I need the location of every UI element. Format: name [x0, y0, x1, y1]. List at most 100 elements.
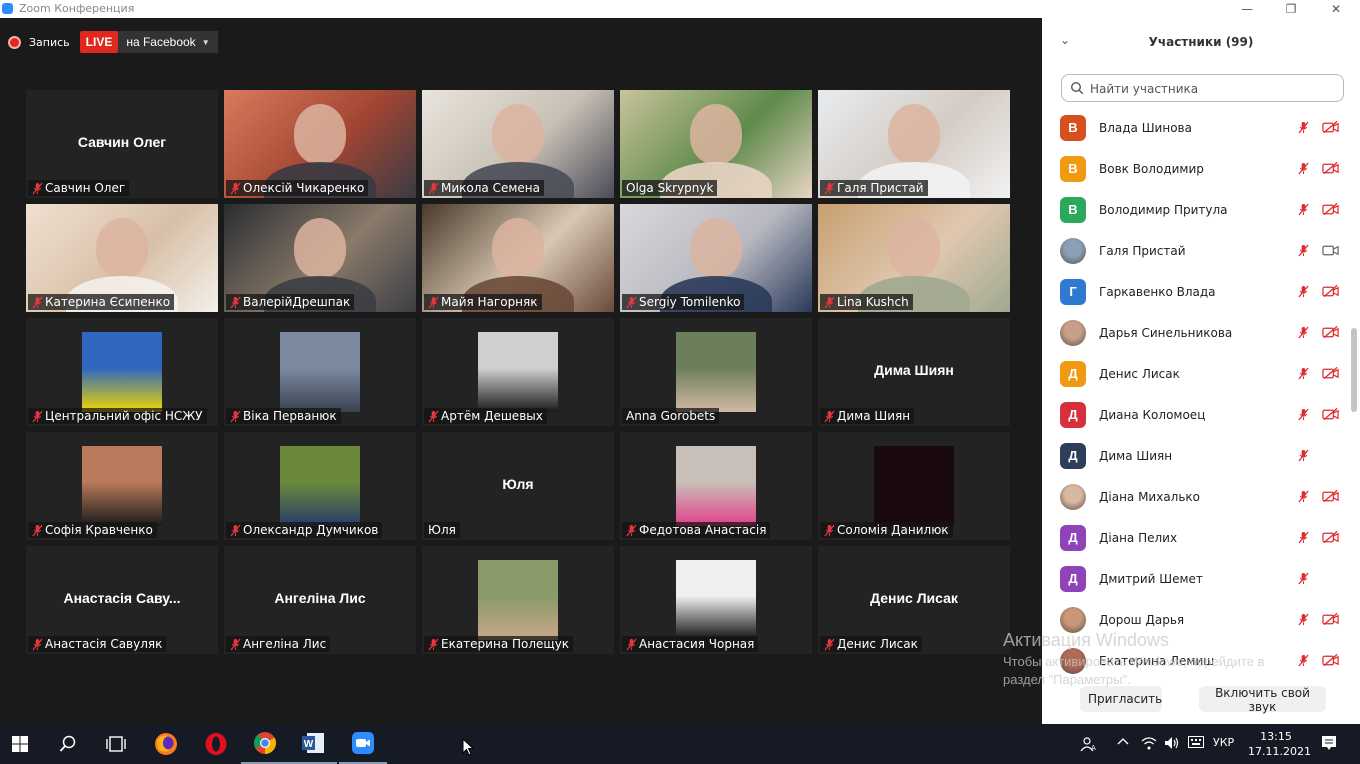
- video-off-icon[interactable]: [1322, 160, 1340, 176]
- video-tile[interactable]: Олександр Думчиков: [224, 432, 416, 540]
- video-tile[interactable]: Віка Перванюк: [224, 318, 416, 426]
- mic-muted-icon[interactable]: [1298, 406, 1314, 422]
- word-icon[interactable]: W: [289, 724, 337, 764]
- wifi-icon[interactable]: [1141, 736, 1157, 753]
- video-tile[interactable]: Lina Kushch: [818, 204, 1010, 312]
- maximize-button[interactable]: ❐: [1268, 0, 1314, 18]
- mic-muted-icon[interactable]: [1298, 324, 1314, 340]
- tile-name-label: Галя Пристай: [820, 180, 928, 196]
- volume-icon[interactable]: [1164, 736, 1180, 753]
- video-tile[interactable]: Федотова Анастасія: [620, 432, 812, 540]
- video-tile[interactable]: Sergiy Tomilenko: [620, 204, 812, 312]
- participant-name: Федотова Анастасія: [639, 523, 767, 537]
- video-off-icon[interactable]: [1322, 652, 1340, 668]
- mic-muted-icon[interactable]: [1298, 365, 1314, 381]
- video-tile[interactable]: Анастасия Чорная: [620, 546, 812, 654]
- video-off-icon[interactable]: [1322, 611, 1340, 627]
- participant-status-icons: [1298, 447, 1340, 463]
- video-tile[interactable]: Анастасія Саву... Анастасія Савуляк: [26, 546, 218, 654]
- participant-search[interactable]: [1061, 74, 1344, 102]
- video-off-icon[interactable]: [1322, 324, 1340, 340]
- live-target-dropdown[interactable]: на Facebook ▼: [118, 31, 218, 53]
- participant-row[interactable]: Д Дмитрий Шемет: [1042, 557, 1360, 598]
- video-tile[interactable]: Денис Лисак Денис Лисак: [818, 546, 1010, 654]
- chrome-icon[interactable]: [241, 724, 289, 764]
- people-icon[interactable]: A: [1080, 736, 1096, 755]
- notifications-icon[interactable]: [1321, 735, 1337, 754]
- participant-status-icons: [1298, 406, 1340, 422]
- participant-row[interactable]: Галя Пристай: [1042, 229, 1360, 270]
- mic-muted-icon[interactable]: [1298, 652, 1314, 668]
- participant-row[interactable]: Екатерина Лемиш: [1042, 639, 1360, 680]
- video-tile[interactable]: Olga Skrypnyk: [620, 90, 812, 198]
- video-tile[interactable]: Олексій Чикаренко: [224, 90, 416, 198]
- mic-muted-icon[interactable]: [1298, 201, 1314, 217]
- language-indicator[interactable]: УКР: [1213, 736, 1234, 749]
- search-icon[interactable]: [44, 724, 92, 764]
- participant-row[interactable]: Д Діана Пелих: [1042, 516, 1360, 557]
- participant-row[interactable]: Г Гаркавенко Влада: [1042, 270, 1360, 311]
- video-tile[interactable]: Катерина Єсипенко: [26, 204, 218, 312]
- participant-row[interactable]: Діана Михалько: [1042, 475, 1360, 516]
- participant-row[interactable]: Дорош Дарья: [1042, 598, 1360, 639]
- minimize-button[interactable]: —: [1224, 0, 1270, 18]
- participant-row[interactable]: Д Диана Коломоец: [1042, 393, 1360, 434]
- video-tile[interactable]: Савчин Олег Савчин Олег: [26, 90, 218, 198]
- participants-scrollbar[interactable]: [1351, 328, 1357, 412]
- video-tile[interactable]: Артём Дешевых: [422, 318, 614, 426]
- taskbar-clock[interactable]: 13:15 17.11.2021: [1248, 729, 1311, 759]
- video-tile[interactable]: ВалерійДрешпак: [224, 204, 416, 312]
- opera-icon[interactable]: [192, 724, 240, 764]
- firefox-icon[interactable]: [142, 724, 190, 764]
- video-tile[interactable]: Дима Шиян Дима Шиян: [818, 318, 1010, 426]
- mic-muted-icon[interactable]: [1298, 283, 1314, 299]
- participant-avatar: [478, 332, 558, 412]
- video-off-icon[interactable]: [1322, 529, 1340, 545]
- video-tile[interactable]: Соломія Данилюк: [818, 432, 1010, 540]
- participant-row[interactable]: В Влада Шинова: [1042, 106, 1360, 147]
- zoom-taskbar-icon[interactable]: [339, 724, 387, 764]
- windows-start-icon[interactable]: [0, 724, 44, 764]
- mic-muted-icon[interactable]: [1298, 570, 1314, 586]
- mic-muted-icon[interactable]: [1298, 611, 1314, 627]
- mic-muted-icon[interactable]: [1298, 488, 1314, 504]
- video-tile[interactable]: Центральний офіс НСЖУ: [26, 318, 218, 426]
- close-button[interactable]: ✕: [1313, 0, 1359, 18]
- participant-row[interactable]: В Вовк Володимир: [1042, 147, 1360, 188]
- video-off-icon[interactable]: [1322, 488, 1340, 504]
- video-off-icon[interactable]: [1322, 201, 1340, 217]
- video-tile[interactable]: Anna Gorobets: [620, 318, 812, 426]
- mic-muted-icon[interactable]: [1298, 160, 1314, 176]
- mic-muted-icon: [428, 410, 439, 423]
- live-badge: LIVE: [79, 31, 119, 53]
- unmute-self-button[interactable]: Включить свой звук: [1199, 686, 1326, 714]
- search-input[interactable]: [1088, 79, 1342, 99]
- video-tile[interactable]: Екатерина Полещук: [422, 546, 614, 654]
- tile-display-name: Ангеліна Лис: [274, 590, 366, 606]
- mic-muted-icon[interactable]: [1298, 529, 1314, 545]
- video-tile[interactable]: Юля Юля: [422, 432, 614, 540]
- tile-name-label: Sergiy Tomilenko: [622, 294, 745, 310]
- participant-row[interactable]: Дарья Синельникова: [1042, 311, 1360, 352]
- video-off-icon[interactable]: [1322, 119, 1340, 135]
- video-tile[interactable]: Микола Семена: [422, 90, 614, 198]
- video-on-icon[interactable]: [1322, 242, 1340, 258]
- video-off-icon[interactable]: [1322, 283, 1340, 299]
- participant-row[interactable]: Д Дима Шиян: [1042, 434, 1360, 475]
- mic-muted-icon[interactable]: [1298, 242, 1314, 258]
- video-tile[interactable]: Ангеліна Лис Ангеліна Лис: [224, 546, 416, 654]
- video-tile[interactable]: Галя Пристай: [818, 90, 1010, 198]
- participant-row[interactable]: Д Денис Лисак: [1042, 352, 1360, 393]
- mic-muted-icon[interactable]: [1298, 447, 1314, 463]
- video-off-icon[interactable]: [1322, 406, 1340, 422]
- invite-button[interactable]: Пригласить: [1080, 686, 1162, 712]
- participant-row[interactable]: В Володимир Притула: [1042, 188, 1360, 229]
- video-tile[interactable]: Майя Нагорняк: [422, 204, 614, 312]
- task-view-icon[interactable]: [92, 724, 140, 764]
- keyboard-icon[interactable]: [1188, 736, 1204, 751]
- video-tile[interactable]: Софія Кравченко: [26, 432, 218, 540]
- tray-expand-icon[interactable]: [1117, 736, 1129, 751]
- video-off-icon[interactable]: [1322, 365, 1340, 381]
- mic-muted-icon[interactable]: [1298, 119, 1314, 135]
- mic-muted-icon: [230, 638, 241, 651]
